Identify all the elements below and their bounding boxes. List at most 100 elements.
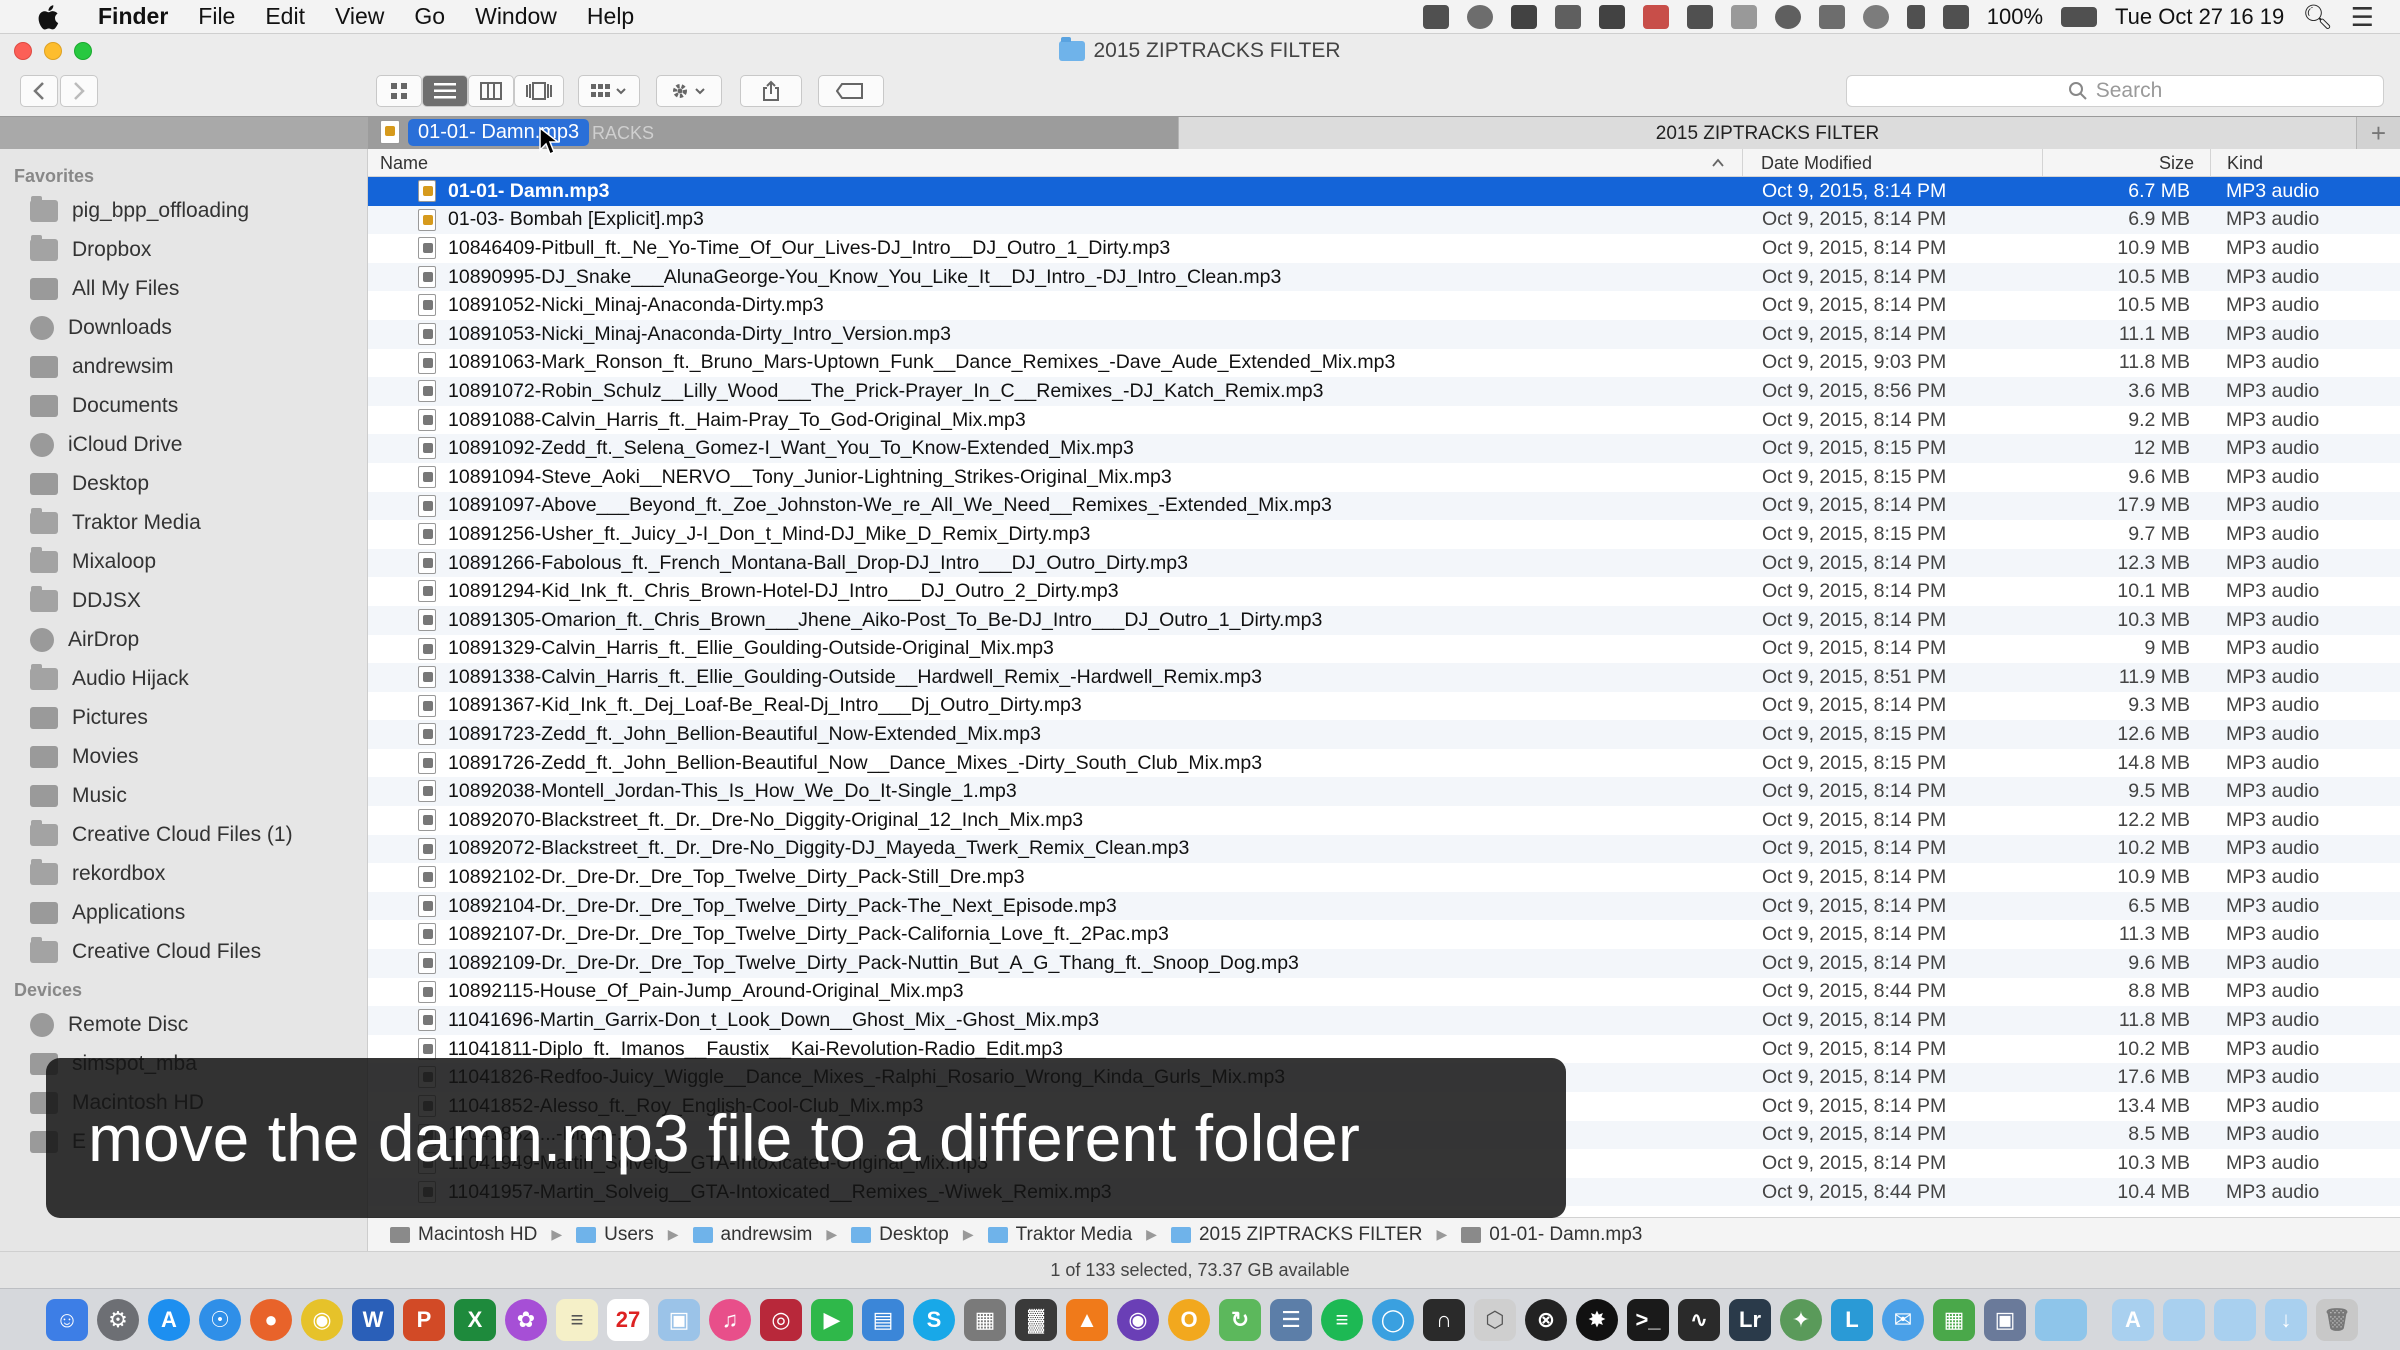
sync-dock-icon[interactable]: ↻ <box>1219 1298 1261 1341</box>
action-menu-button[interactable] <box>656 75 722 107</box>
sidebar-item-mixaloop[interactable]: Mixaloop <box>0 542 367 581</box>
dropbox-icon[interactable] <box>1730 5 1757 29</box>
grid-app-icon[interactable] <box>1554 5 1581 29</box>
notification-center-icon[interactable]: ☰ <box>2351 2 2374 33</box>
time-machine-icon[interactable] <box>1862 5 1889 29</box>
path-segment[interactable]: andrewsim <box>721 1224 813 1246</box>
path-segment[interactable]: 2015 ZIPTRACKS FILTER <box>1199 1224 1423 1246</box>
preview-dock-icon[interactable]: ▣ <box>658 1298 700 1341</box>
table-row[interactable]: 10891329-Calvin_Harris_ft._Ellie_Gouldin… <box>368 635 2400 664</box>
sidebar-item-documents[interactable]: Documents <box>0 386 367 425</box>
sidebar-item-ddjsx[interactable]: DDJSX <box>0 581 367 620</box>
network-dock-icon[interactable]: ✦ <box>1780 1298 1822 1341</box>
folder-stack-dock-icon[interactable] <box>2214 1298 2256 1341</box>
column-date-modified[interactable]: Date Modified <box>1742 149 2042 177</box>
photo-booth-dock-icon[interactable]: ◎ <box>760 1298 802 1341</box>
system-preferences-dock-icon[interactable]: ⚙ <box>97 1298 139 1341</box>
menu-app-name[interactable]: Finder <box>98 3 168 30</box>
trash-dock-icon[interactable]: 🗑︎ <box>2316 1298 2358 1341</box>
menu-view[interactable]: View <box>335 3 384 30</box>
vlc-dock-icon[interactable]: ▲ <box>1066 1298 1108 1341</box>
apple-menu-icon[interactable] <box>36 3 64 31</box>
table-row[interactable]: 10892038-Montell_Jordan-This_Is_How_We_D… <box>368 777 2400 807</box>
sidebar-item-applications[interactable]: Applications <box>0 893 367 932</box>
serato-dock-icon[interactable]: ✸ <box>1576 1298 1618 1341</box>
search-field[interactable]: Search <box>1846 75 2384 107</box>
terminal-dock-icon[interactable]: >_ <box>1627 1298 1669 1341</box>
menu-help[interactable]: Help <box>587 3 634 30</box>
table-row[interactable]: 10891338-Calvin_Harris_ft._Ellie_Gouldin… <box>368 663 2400 692</box>
cover-flow-button[interactable] <box>514 75 564 107</box>
wifi-icon[interactable] <box>1942 5 1969 29</box>
spotlight-icon[interactable]: 🔍︎ <box>2302 3 2332 32</box>
sidebar-item-icloud-drive[interactable]: iCloud Drive <box>0 425 367 464</box>
calendar-dock-icon[interactable]: 27 <box>607 1298 649 1341</box>
table-row[interactable]: 10892115-House_Of_Pain-Jump_Around-Origi… <box>368 978 2400 1007</box>
powerpoint-dock-icon[interactable]: P <box>403 1298 445 1341</box>
word-dock-icon[interactable]: W <box>352 1298 394 1341</box>
sidebar-item-all-my-files[interactable]: All My Files <box>0 269 367 308</box>
icon-view-button[interactable] <box>376 75 422 107</box>
sidebar-item-pictures[interactable]: Pictures <box>0 698 367 737</box>
activity-monitor-dock-icon[interactable]: ∿ <box>1678 1298 1720 1341</box>
documents-stack-dock-icon[interactable] <box>2163 1298 2205 1341</box>
path-segment[interactable]: 01-01- Damn.mp3 <box>1489 1224 1642 1246</box>
music-app-dock-icon[interactable]: ◉ <box>1117 1298 1159 1341</box>
clock[interactable]: Tue Oct 27 16 19 <box>2115 4 2284 30</box>
sidebar-item-traktor-media[interactable]: Traktor Media <box>0 503 367 542</box>
back-button[interactable] <box>20 75 58 107</box>
forward-button[interactable] <box>60 75 98 107</box>
table-row[interactable]: 10891723-Zedd_ft._John_Bellion-Beautiful… <box>368 720 2400 749</box>
table-row[interactable]: 11041696-Martin_Garrix-Don_t_Look_Down__… <box>368 1006 2400 1035</box>
table-row-selected[interactable]: 01-01- Damn.mp3 Oct 9, 2015, 8:14 PM 6.7 M… <box>368 177 2400 206</box>
table-row[interactable]: 10892104-Dr._Dre-Dr._Dre_Top_Twelve_Dirt… <box>368 891 2400 921</box>
zoom-button[interactable] <box>74 42 92 60</box>
volume-icon[interactable] <box>1906 5 1925 29</box>
table-row[interactable]: 10892102-Dr._Dre-Dr._Dre_Top_Twelve_Dirt… <box>368 863 2400 892</box>
sidebar-item-movies[interactable]: Movies <box>0 737 367 776</box>
home-status-icon[interactable] <box>1598 5 1625 29</box>
path-segment[interactable]: Traktor Media <box>1016 1224 1133 1246</box>
sidebar-item-desktop[interactable]: Desktop <box>0 464 367 503</box>
messages-dock-icon[interactable]: ✉ <box>1882 1298 1924 1341</box>
globe-icon[interactable] <box>1774 5 1801 29</box>
battery-icon[interactable] <box>2061 7 2098 27</box>
column-kind[interactable]: Kind <box>2210 149 2400 177</box>
menu-go[interactable]: Go <box>414 3 445 30</box>
notes-dock-icon[interactable]: ≡ <box>556 1298 598 1341</box>
table-row[interactable]: 10891305-Omarion_ft._Chris_Brown___Jhene… <box>368 605 2400 635</box>
table-row[interactable]: 10891092-Zedd_ft._Selena_Gomez-I_Want_Yo… <box>368 434 2400 463</box>
sidebar-item-remote-disc[interactable]: Remote Disc <box>0 1005 367 1044</box>
table-row[interactable]: 10891266-Fabolous_ft._French_Montana-Bal… <box>368 548 2400 578</box>
firefox-dock-icon[interactable]: ● <box>250 1298 292 1341</box>
excel-dock-icon[interactable]: X <box>454 1298 496 1341</box>
table-row[interactable]: 10891256-Usher_ft._Juicy_J-I_Don_t_Mind-… <box>368 520 2400 549</box>
tab-active[interactable]: 2015 ZIPTRACKS FILTER <box>1178 117 2356 150</box>
column-name[interactable]: Name <box>380 149 1742 177</box>
table-row[interactable]: 10891726-Zedd_ft._John_Bellion-Beautiful… <box>368 749 2400 778</box>
itunes-dock-icon[interactable]: ♫ <box>709 1298 751 1341</box>
red-app-icon[interactable] <box>1642 5 1669 29</box>
safari-dock-icon[interactable]: ☉ <box>199 1298 241 1341</box>
table-row[interactable]: 10891097-Above___Beyond_ft._Zoe_Johnston… <box>368 491 2400 521</box>
table-row[interactable]: 10891052-Nicki_Minaj-Anaconda-Dirty.mp3 O… <box>368 291 2400 320</box>
photos-dock-icon[interactable]: ✿ <box>505 1298 547 1341</box>
table-row[interactable]: 10891088-Calvin_Harris_ft._Haim-Pray_To_… <box>368 406 2400 435</box>
path-segment[interactable]: Desktop <box>879 1224 949 1246</box>
sidebar-item-pig-bpp-offloading[interactable]: pig_bpp_offloading <box>0 191 367 230</box>
table-row[interactable]: 10891094-Steve_Aoki__NERVO__Tony_Junior-… <box>368 463 2400 492</box>
table-row[interactable]: 10892070-Blackstreet_ft._Dr._Dre-No_Digg… <box>368 806 2400 835</box>
status-app-icon[interactable] <box>1422 5 1449 29</box>
table-row[interactable]: 01-03- Bombah [Explicit].mp3 Oct 9, 2015,… <box>368 205 2400 235</box>
arrange-menu-button[interactable] <box>578 75 640 107</box>
launcher-dock-icon[interactable]: L <box>1831 1298 1873 1341</box>
sidebar-item-dropbox[interactable]: Dropbox <box>0 230 367 269</box>
edit-tags-button[interactable] <box>818 75 884 107</box>
audio-app-dock-icon[interactable]: O <box>1168 1298 1210 1341</box>
menu-window[interactable]: Window <box>475 3 557 30</box>
table-row[interactable]: 10891294-Kid_Ink_ft._Chris_Brown-Hotel-D… <box>368 577 2400 606</box>
spotify-dock-icon[interactable]: ≡ <box>1321 1298 1363 1341</box>
applications-stack-dock-icon[interactable]: A <box>2112 1298 2154 1341</box>
menu-edit[interactable]: Edit <box>265 3 305 30</box>
sidebar-item-creative-cloud-files-1[interactable]: Creative Cloud Files (1) <box>0 815 367 854</box>
